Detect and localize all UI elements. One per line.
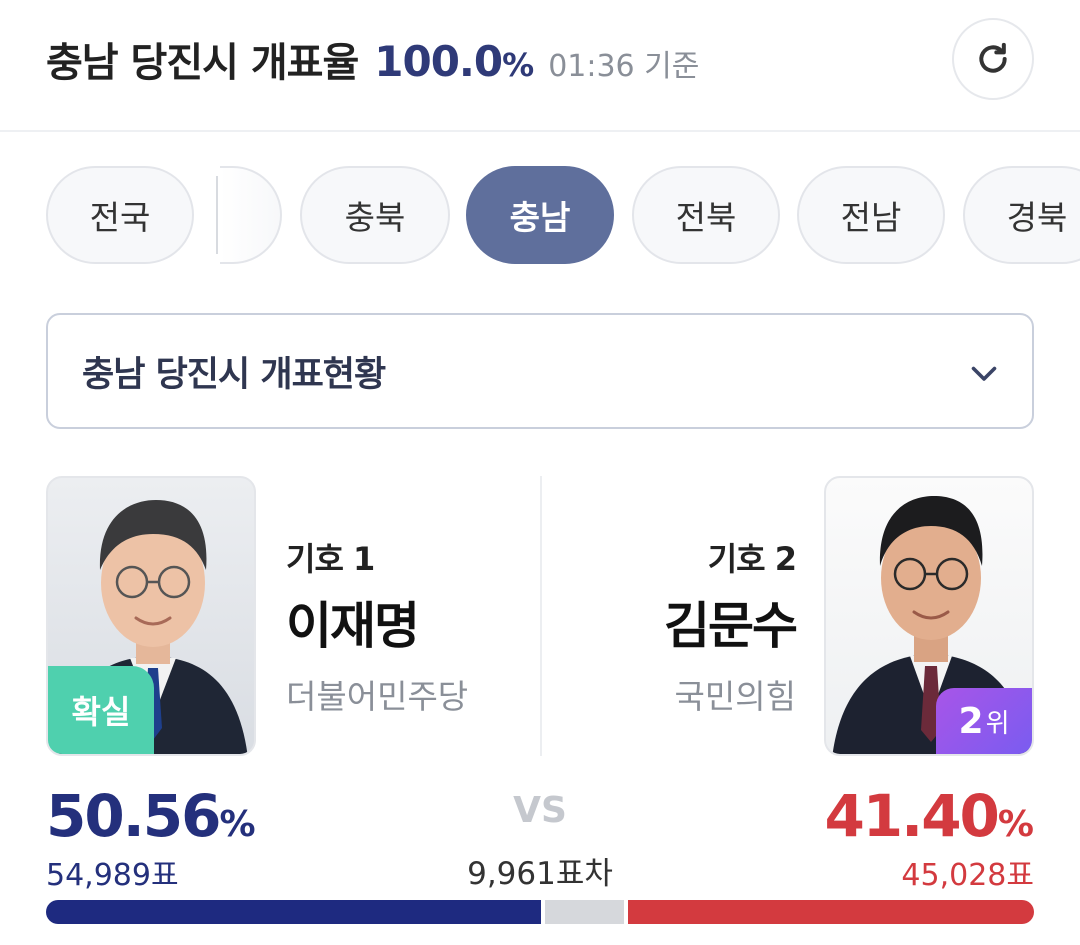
refresh-button[interactable] [952, 18, 1034, 100]
candidate-1-percent-value: 50.56 [46, 782, 221, 850]
candidate-1-percent: 50.56% [46, 782, 256, 850]
title-row: 충남 당진시 개표율 100.0 % 01:36 기준 [46, 30, 699, 90]
candidate-2-percent-unit: % [997, 804, 1034, 845]
candidate-1-number: 기호 1 [286, 540, 375, 578]
district-select-label: 충남 당진시 개표현황 [82, 354, 386, 395]
vote-share-others [545, 900, 624, 924]
region-tabs: 전국 충북 충남 전북 전남 경북 [0, 166, 1080, 266]
candidate-1-info: 기호 1 이재명 더불어민주당 [286, 534, 468, 718]
tab-jeonbuk[interactable]: 전북 [632, 166, 780, 264]
tab-nationwide[interactable]: 전국 [46, 166, 194, 264]
tab-scroll-fade [220, 166, 282, 264]
confirmed-badge: 확실 [48, 666, 154, 754]
chevron-down-icon [971, 366, 997, 381]
refresh-icon [979, 42, 1007, 73]
rank-badge-unit: 위 [985, 708, 1010, 739]
candidate-2-percent-value: 41.40 [824, 782, 999, 850]
candidate-2-number: 기호 2 [707, 540, 797, 578]
vs-label: VS [513, 790, 567, 831]
candidate-1-name: 이재명 [286, 597, 420, 655]
candidate-2-name: 김문수 [664, 597, 798, 655]
vote-difference: 9,961표차 [467, 856, 613, 892]
district-select[interactable]: 충남 당진시 개표현황 [46, 313, 1034, 429]
page-title: 충남 당진시 개표율 [46, 40, 359, 86]
candidate-1-percent-unit: % [219, 804, 256, 845]
tab-jeonnam[interactable]: 전남 [797, 166, 945, 264]
candidate-2-party: 국민의힘 [674, 677, 796, 716]
tab-chungbuk[interactable]: 충북 [300, 166, 450, 264]
base-time: 01:36 기준 [548, 49, 700, 84]
count-rate-value: 100.0 [374, 37, 503, 86]
candidate-1-party: 더불어민주당 [286, 677, 469, 716]
candidate-1-votes: 54,989표 [46, 858, 179, 893]
rank-badge: 2 위 [936, 688, 1032, 754]
candidate-2-votes: 45,028표 [901, 858, 1034, 893]
count-rate-unit: % [502, 46, 535, 84]
tab-divider [216, 176, 218, 254]
header: 충남 당진시 개표율 100.0 % 01:36 기준 [0, 0, 1080, 132]
tab-gyeongbuk[interactable]: 경북 [963, 166, 1080, 264]
vote-share-candidate-2 [628, 900, 1034, 924]
vote-share-bar [46, 900, 1034, 924]
candidate-2-photo: 2 위 [824, 476, 1034, 756]
rank-badge-number: 2 [958, 700, 984, 742]
candidate-2-info: 기호 2 김문수 국민의힘 [664, 534, 798, 718]
candidate-divider [540, 476, 542, 756]
candidate-1-photo: 확실 [46, 476, 256, 756]
vote-share-candidate-1 [46, 900, 541, 924]
tab-chungnam[interactable]: 충남 [466, 166, 614, 264]
candidate-2-percent: 41.40% [824, 782, 1034, 850]
